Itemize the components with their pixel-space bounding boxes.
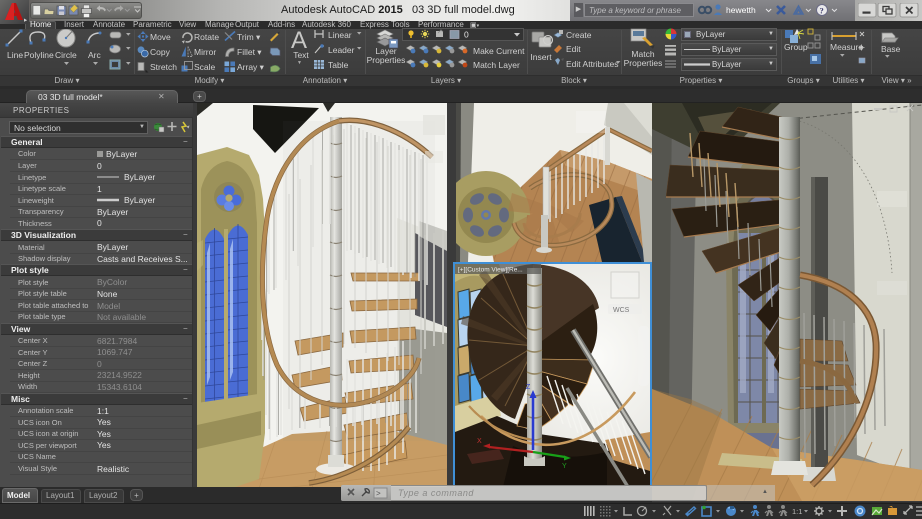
svg-text:Measure: Measure [830,42,863,52]
svg-text:Edit Attributes: Edit Attributes [566,59,618,69]
svg-text:Polyline: Polyline [24,50,54,60]
svg-text:Copy: Copy [150,47,171,57]
svg-text:1:1: 1:1 [792,507,802,516]
svg-text:Table: Table [328,60,349,70]
svg-text:[+][Custom View][Re...: [+][Custom View][Re... [458,267,523,274]
svg-text:Rotate: Rotate [194,32,219,42]
svg-text:X: X [477,438,482,445]
svg-text:Stretch: Stretch [150,62,177,72]
svg-text:Leader: Leader [328,45,355,55]
svg-text:0: 0 [464,30,469,40]
svg-text:hewetth: hewetth [726,5,756,15]
svg-text:Fillet ▾: Fillet ▾ [237,47,262,57]
svg-text:Edit: Edit [566,44,581,54]
svg-text:Z: Z [526,384,531,391]
svg-text:Trim ▾: Trim ▾ [237,32,261,42]
svg-text:Y: Y [562,463,567,470]
svg-text:>: > [376,489,381,498]
svg-text:Line: Line [7,50,23,60]
svg-text:Create: Create [566,30,592,40]
svg-text:Base: Base [881,44,901,54]
svg-text:Circle: Circle [55,50,77,60]
svg-text:WCS: WCS [613,307,630,314]
svg-text:Scale: Scale [194,62,216,72]
svg-text:Move: Move [150,32,171,42]
svg-text:Array ▾: Array ▾ [237,62,265,72]
svg-text:Group: Group [784,42,808,52]
svg-text:Linear: Linear [328,30,352,40]
svg-text:Arc: Arc [88,50,102,60]
svg-text:?: ? [820,6,824,16]
svg-text:Mirror: Mirror [194,47,216,57]
